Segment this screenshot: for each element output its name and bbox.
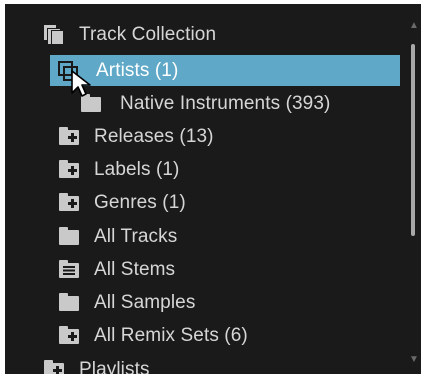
tree-item-track-collection[interactable]: Track Collection bbox=[5, 19, 410, 50]
tree-item-all-tracks[interactable]: All Tracks bbox=[5, 221, 177, 252]
mouse-cursor-icon bbox=[70, 69, 94, 99]
tree-item-label: All Samples bbox=[94, 291, 196, 313]
tree-item-label: Track Collection bbox=[79, 23, 217, 45]
folder-plus-icon bbox=[58, 159, 80, 181]
tree-item-playlists[interactable]: Playlists bbox=[5, 354, 150, 374]
tree-item-label: Artists (1) bbox=[96, 59, 179, 81]
folder-plus-icon bbox=[43, 359, 65, 374]
folder-plus-icon bbox=[58, 126, 80, 148]
tree-item-label: Releases (13) bbox=[94, 125, 214, 147]
tree-item-label: All Stems bbox=[94, 258, 176, 280]
tree-item-genres[interactable]: Genres (1) bbox=[5, 187, 186, 218]
browser-tree-panel: Track Collection Artists (1) Native Inst… bbox=[5, 4, 421, 374]
tree-item-native-instruments[interactable]: Native Instruments (393) bbox=[5, 88, 410, 119]
tree-item-label: All Tracks bbox=[94, 225, 178, 247]
folder-plus-icon bbox=[58, 192, 80, 214]
tree-item-label: Labels (1) bbox=[94, 158, 180, 180]
tree-item-all-samples[interactable]: All Samples bbox=[5, 287, 195, 318]
folder-icon bbox=[58, 226, 80, 248]
tree-item-all-remix-sets[interactable]: All Remix Sets (6) bbox=[5, 320, 248, 351]
scrollbar-thumb[interactable] bbox=[411, 44, 415, 236]
stems-icon bbox=[58, 259, 80, 281]
tree-item-labels[interactable]: Labels (1) bbox=[5, 154, 180, 185]
folder-plus-icon bbox=[58, 325, 80, 347]
folder-icon bbox=[58, 292, 80, 314]
tree-item-label: Native Instruments (393) bbox=[120, 92, 331, 114]
scroll-down-arrow-icon[interactable]: ▼ bbox=[409, 355, 419, 365]
tree-item-artists[interactable]: Artists (1) bbox=[50, 55, 400, 86]
tree-item-label: All Remix Sets (6) bbox=[94, 324, 248, 346]
scroll-up-arrow-icon[interactable]: ▲ bbox=[409, 21, 419, 31]
collection-icon bbox=[43, 23, 65, 46]
tree-item-label: Genres (1) bbox=[94, 191, 186, 213]
tree-item-all-stems[interactable]: All Stems bbox=[5, 254, 175, 285]
tree-item-releases[interactable]: Releases (13) bbox=[5, 121, 214, 152]
tree-item-label: Playlists bbox=[79, 358, 150, 375]
